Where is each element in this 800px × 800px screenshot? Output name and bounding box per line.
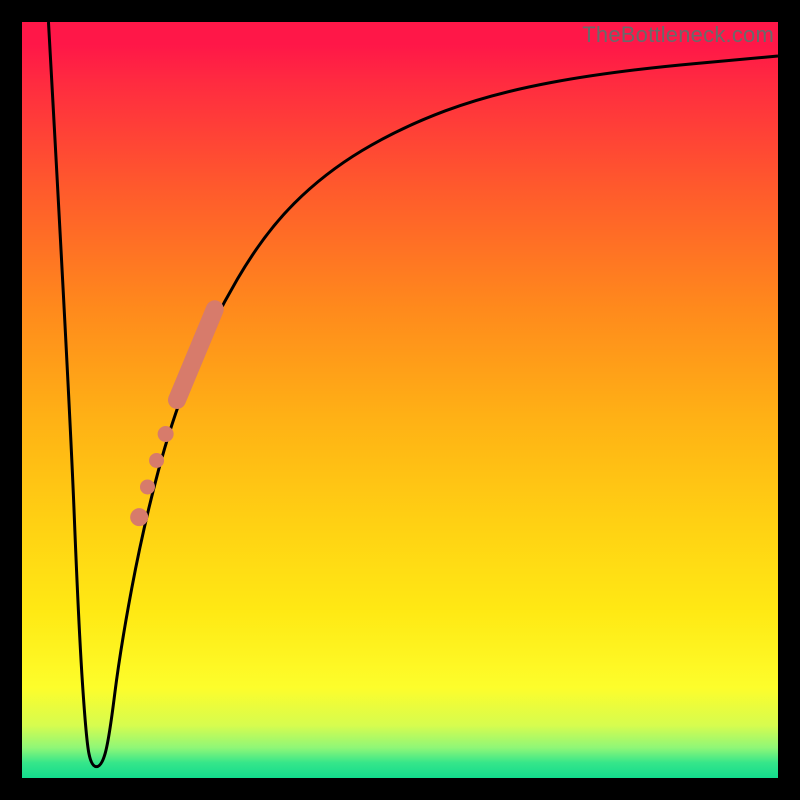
highlight-dot bbox=[158, 426, 174, 442]
watermark-text: TheBottleneck.com bbox=[582, 22, 774, 48]
plot-area: TheBottleneck.com bbox=[22, 22, 778, 778]
bottleneck-curve bbox=[48, 22, 778, 767]
highlight-dots bbox=[130, 426, 173, 526]
highlight-bar bbox=[177, 309, 215, 400]
plot-frame: TheBottleneck.com bbox=[22, 22, 778, 778]
highlight-dot bbox=[140, 479, 155, 494]
highlight-dot bbox=[149, 453, 164, 468]
chart-svg bbox=[22, 22, 778, 778]
highlight-dot bbox=[130, 508, 148, 526]
